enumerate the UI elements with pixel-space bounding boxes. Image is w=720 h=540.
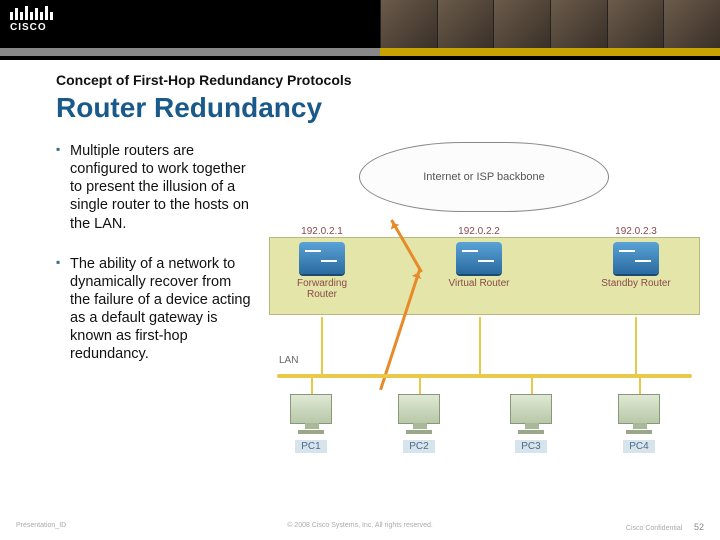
pc-label: PC4 [623, 440, 654, 453]
network-diagram: Internet or ISP backbone 192.0.2.1 Forwa… [269, 142, 700, 472]
router-label: Forwarding Router [287, 278, 357, 300]
header-photo-strip [380, 0, 720, 48]
pc-icon [618, 394, 660, 424]
router-forwarding: 192.0.2.1 Forwarding Router [287, 242, 357, 300]
footer: Presentation_ID © 2008 Cisco Systems, In… [16, 522, 704, 532]
pc-node: PC1 [281, 394, 341, 454]
bullet-list: Multiple routers are configured to work … [56, 142, 251, 472]
bullet-item: Multiple routers are configured to work … [56, 142, 251, 233]
router-ip: 192.0.2.1 [287, 226, 357, 237]
slide-title: Router Redundancy [56, 92, 720, 124]
router-virtual: 192.0.2.2 Virtual Router [444, 242, 514, 289]
router-icon [456, 242, 502, 274]
link-line [479, 317, 481, 375]
page-number: 52 [694, 522, 704, 532]
logo-bars-icon [10, 6, 53, 20]
router-icon [299, 242, 345, 274]
pc-label: PC2 [403, 440, 434, 453]
bullet-item: The ability of a network to dynamically … [56, 255, 251, 364]
router-icon [613, 242, 659, 274]
lan-label: LAN [279, 355, 298, 366]
cloud-icon: Internet or ISP backbone [359, 142, 609, 212]
footer-left: Presentation_ID [16, 522, 66, 532]
pc-icon [290, 394, 332, 424]
pc-node: PC2 [389, 394, 449, 454]
header-bar: CISCO [0, 0, 720, 60]
router-ip: 192.0.2.3 [601, 226, 671, 237]
footer-right: Cisco Confidential 52 [626, 522, 704, 532]
slide-content: Concept of First-Hop Redundancy Protocol… [0, 60, 720, 472]
header-divider [0, 48, 720, 56]
router-standby: 192.0.2.3 Standby Router [601, 242, 671, 289]
lan-line [277, 374, 692, 378]
slide-subtitle: Concept of First-Hop Redundancy Protocol… [56, 72, 720, 88]
pc-node: PC4 [609, 394, 669, 454]
cloud-label: Internet or ISP backbone [423, 171, 545, 183]
pc-label: PC1 [295, 440, 326, 453]
router-label: Virtual Router [444, 278, 514, 289]
link-line [635, 317, 637, 375]
logo-text: CISCO [10, 22, 53, 33]
slide-body: Multiple routers are configured to work … [56, 142, 720, 472]
cisco-logo: CISCO [10, 6, 53, 33]
pc-node: PC3 [501, 394, 561, 454]
pc-label: PC3 [515, 440, 546, 453]
router-ip: 192.0.2.2 [444, 226, 514, 237]
footer-center: © 2008 Cisco Systems, Inc. All rights re… [287, 522, 433, 529]
pc-icon [398, 394, 440, 424]
link-line [321, 317, 323, 375]
pc-icon [510, 394, 552, 424]
router-label: Standby Router [601, 278, 671, 289]
